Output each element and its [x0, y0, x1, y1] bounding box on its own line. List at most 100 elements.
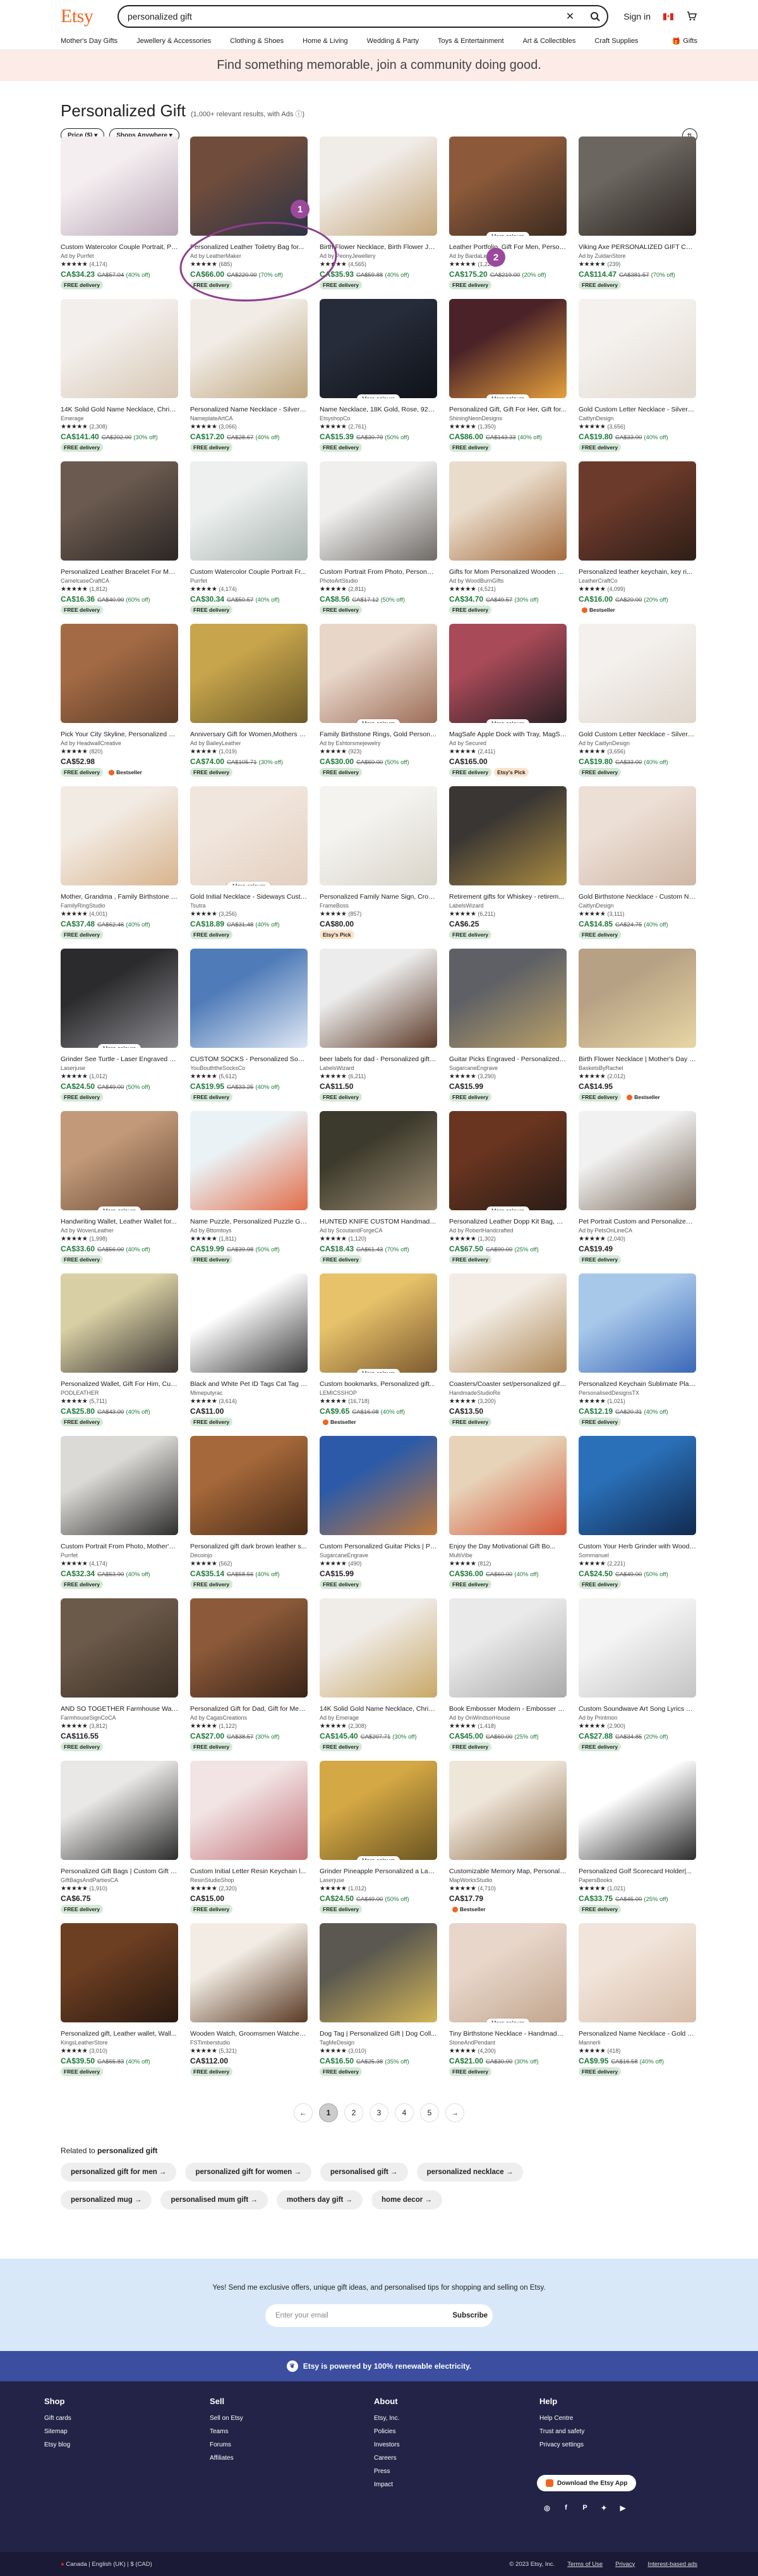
listing-card[interactable]: Personalized Name Necklace - Silver N...…	[190, 299, 308, 461]
listing-title[interactable]: Wooden Watch, Groomsmen Watches...	[190, 2030, 308, 2038]
listing-card[interactable]: Guitar Picks Engraved - Personalized G..…	[449, 949, 567, 1111]
legal-link[interactable]: Interest-based ads	[647, 2561, 697, 2568]
listing-title[interactable]: Dog Tag | Personalized Gift | Dog Coll..…	[320, 2030, 437, 2038]
listing-card[interactable]: Gold Birthstone Necklace - Custom Ne... …	[579, 786, 696, 949]
listing-seller[interactable]: LabelsWizard	[449, 902, 567, 909]
listing-seller[interactable]: SugarcaneEngrave	[449, 1065, 567, 1071]
listing-seller[interactable]: Ad by Eshtorsmejewelry	[320, 740, 437, 746]
email-input[interactable]: Enter your email	[275, 2312, 328, 2319]
listing-seller[interactable]: Mannerli	[579, 2039, 696, 2046]
facebook-icon[interactable]: f	[561, 2503, 571, 2513]
listing-image[interactable]: More colours	[320, 1761, 437, 1860]
listing-title[interactable]: Family Birthstone Rings, Gold Personali.…	[320, 731, 437, 738]
listing-image[interactable]	[190, 1436, 308, 1535]
listing-image[interactable]	[61, 299, 178, 398]
listing-image[interactable]: More colours	[61, 1111, 178, 1210]
listing-seller[interactable]: PapersBooks	[579, 1877, 696, 1883]
listing-card[interactable]: More colours Gold Initial Necklace - Sid…	[190, 786, 308, 949]
footer-link[interactable]: Teams	[210, 2428, 243, 2435]
listing-seller[interactable]: Ad by Secured	[449, 740, 567, 746]
listing-title[interactable]: Leather Portfolio, Gift For Men, Person.…	[449, 243, 567, 251]
listing-card[interactable]: More colours Name Necklace, 18K Gold, Ro…	[320, 299, 437, 461]
search-input[interactable]: personalized gift	[128, 11, 192, 21]
footer-link[interactable]: Etsy, Inc.	[374, 2415, 400, 2422]
listing-card[interactable]: Personalized Family Name Sign, Cross... …	[320, 786, 437, 949]
listing-card[interactable]: More colours Family Birthstone Rings, Go…	[320, 624, 437, 786]
footer-link[interactable]: Help Centre	[539, 2415, 584, 2422]
listing-title[interactable]: Grinder See Turtle - Laser Engraved He..…	[61, 1055, 178, 1063]
listing-card[interactable]: More colours Grinder See Turtle - Laser …	[61, 949, 178, 1111]
listing-seller[interactable]: LEMICSSHOP	[320, 1390, 437, 1396]
footer-link[interactable]: Privacy settings	[539, 2441, 584, 2448]
listing-seller[interactable]: YouBouththeSocksCo	[190, 1065, 308, 1071]
listing-image[interactable]	[320, 461, 437, 561]
listing-image[interactable]	[61, 1761, 178, 1860]
listing-image[interactable]	[190, 624, 308, 723]
listing-image[interactable]: More colours	[449, 299, 567, 398]
listing-image[interactable]	[320, 1111, 437, 1210]
more-colours-tag[interactable]: More colours	[486, 232, 530, 236]
listing-card[interactable]: Personalized leather keychain, key ri...…	[579, 461, 696, 624]
listing-title[interactable]: Personalized Family Name Sign, Cross...	[320, 893, 437, 901]
nav-item[interactable]: Home & Living	[303, 37, 348, 45]
more-colours-tag[interactable]: More colours	[227, 882, 271, 885]
listing-card[interactable]: Pet Portrait Custom and Personalized ...…	[579, 1111, 696, 1273]
listing-card[interactable]: Custom Portrait From Photo, Personali...…	[320, 461, 437, 624]
listing-image[interactable]	[190, 461, 308, 561]
listing-title[interactable]: Mother, Grandma , Family Birthstone R...	[61, 893, 178, 901]
listing-image[interactable]	[449, 1436, 567, 1535]
listing-image[interactable]	[320, 1923, 437, 2022]
page-button[interactable]: 1	[319, 2103, 338, 2122]
listing-card[interactable]: Personalized Gift Bags | Custom Gift B..…	[61, 1761, 178, 1923]
listing-card[interactable]: Anniversary Gift for Women,Mothers D... …	[190, 624, 308, 786]
listing-seller[interactable]: KingsLeatherStore	[61, 2039, 178, 2046]
page-button[interactable]: 4	[395, 2103, 414, 2122]
listing-seller[interactable]: FrameBoss	[320, 902, 437, 909]
listing-title[interactable]: MagSafe Apple Dock with Tray, MagSa...	[449, 731, 567, 738]
listing-image[interactable]	[190, 1598, 308, 1698]
listing-title[interactable]: Personalized leather keychain, key ri...	[579, 568, 696, 576]
more-colours-tag[interactable]: More colours	[486, 1206, 530, 1210]
more-colours-tag[interactable]: More colours	[356, 1856, 400, 1860]
listing-title[interactable]: Custom Watercolor Couple Portrait Fr...	[190, 568, 308, 576]
listing-card[interactable]: CUSTOM SOCKS - Personalized Socks F... Y…	[190, 949, 308, 1111]
listing-title[interactable]: Custom Watercolor Couple Portrait, Pe...	[61, 243, 178, 251]
listing-title[interactable]: Gifts for Mom Personalized Wooden S...	[449, 568, 567, 576]
listing-image[interactable]	[579, 461, 696, 561]
listing-image[interactable]	[579, 1111, 696, 1210]
listing-image[interactable]	[190, 137, 308, 236]
listing-title[interactable]: Anniversary Gift for Women,Mothers D...	[190, 731, 308, 738]
listing-card[interactable]: Custom Initial Letter Resin Keychain l..…	[190, 1761, 308, 1923]
listing-seller[interactable]: PODLEATHER	[61, 1390, 178, 1396]
footer-link[interactable]: Impact	[374, 2481, 400, 2488]
listing-card[interactable]: Viking Axe PERSONALIZED GIFT Custo... Ad…	[579, 137, 696, 299]
listing-title[interactable]: Personalized Golf Scorecard Holder|...	[579, 1868, 696, 1875]
listing-card[interactable]: 14K Solid Gold Name Necklace, Christ... …	[61, 299, 178, 461]
listing-card[interactable]: 14K Solid Gold Name Necklace, Christ... …	[320, 1598, 437, 1761]
listing-card[interactable]: Pick Your City Skyline, Personalized Cu.…	[61, 624, 178, 786]
listing-title[interactable]: Personalized Name Necklace - Silver N...	[190, 406, 308, 413]
instagram-icon[interactable]: ◎	[542, 2503, 552, 2513]
listing-image[interactable]	[61, 137, 178, 236]
listing-card[interactable]: Customizable Memory Map, Personalize... …	[449, 1761, 567, 1923]
legal-link[interactable]: Privacy	[615, 2561, 635, 2568]
more-colours-tag[interactable]: More colours	[486, 719, 530, 723]
listing-seller[interactable]: EtsyshopCo	[320, 415, 437, 422]
listing-title[interactable]: Handwriting Wallet, Leather Wallet for..…	[61, 1218, 178, 1225]
footer-link[interactable]: Press	[374, 2468, 400, 2475]
listing-image[interactable]	[579, 1598, 696, 1698]
listing-seller[interactable]: CamelcaseCraftCA	[61, 578, 178, 584]
listing-title[interactable]: AND SO TOGETHER Farmhouse Wall D...	[61, 1705, 178, 1713]
listing-title[interactable]: Personalized gift dark brown leather s..…	[190, 1543, 308, 1550]
listing-title[interactable]: Coasters/Coaster set/personalized gift..…	[449, 1380, 567, 1388]
listing-image[interactable]	[579, 137, 696, 236]
listing-seller[interactable]: Ad by CagasCreations	[190, 1715, 308, 1721]
nav-item[interactable]: Toys & Entertainment	[438, 37, 504, 45]
listing-seller[interactable]: Tsutra	[190, 902, 308, 909]
listing-card[interactable]: Black and White Pet ID Tags Cat Tag Pe..…	[190, 1273, 308, 1436]
listing-image[interactable]: More colours	[449, 137, 567, 236]
listing-image[interactable]	[579, 1923, 696, 2022]
listing-card[interactable]: Personalized Golf Scorecard Holder|... P…	[579, 1761, 696, 1923]
listing-seller[interactable]: MapWorksStudio	[449, 1877, 567, 1883]
listing-card[interactable]: Personalized Name Necklace - Gold C... M…	[579, 1923, 696, 2086]
